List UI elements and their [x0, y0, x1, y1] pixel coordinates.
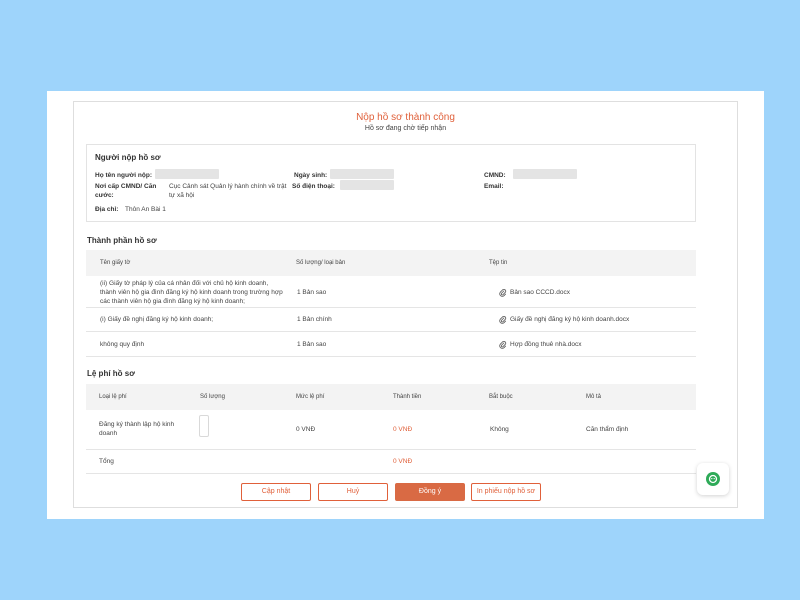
fee-col-required: Bắt buộc: [489, 394, 513, 400]
id-label: CMND:: [484, 172, 506, 179]
fee-total-label: Tổng: [99, 458, 114, 465]
doc-row-1-name-line1: (ii) Giấy tờ pháp lý của cá nhân đối với…: [100, 280, 269, 287]
doc-row-1-name: (ii) Giấy tờ pháp lý của cá nhân đối với…: [100, 279, 300, 306]
print-receipt-button[interactable]: In phiếu nộp hồ sơ: [471, 483, 541, 501]
page-title: Nộp hồ sơ thành công: [356, 112, 455, 123]
fee-col-quantity: Số lượng: [200, 394, 225, 400]
phone-label: Số điện thoại:: [292, 183, 335, 190]
doc-row-divider: [86, 356, 696, 357]
page-subtitle: Hồ sơ đang chờ tiếp nhận: [364, 125, 447, 132]
fee-col-amount: Thành tiền: [393, 394, 422, 400]
doc-row-1-file[interactable]: Bản sao CCCD.docx: [510, 288, 570, 297]
chat-bubble-icon: [706, 472, 720, 486]
cancel-button[interactable]: Huỷ: [318, 483, 388, 501]
doc-row-3-file[interactable]: Hợp đồng thuê nhà.docx: [510, 340, 581, 349]
paperclip-icon: [499, 289, 507, 297]
doc-row-1-name-line2: thành viên hộ gia đình đăng ký hộ kinh d…: [100, 289, 283, 296]
doc-row-2-file[interactable]: Giấy đề nghị đăng ký hộ kinh doanh.docx: [510, 315, 629, 324]
documents-heading: Thành phần hồ sơ: [87, 236, 157, 245]
fee-row-rate: 0 VNĐ: [296, 426, 316, 433]
doc-col-quantity: Số lượng/ loại bản: [296, 260, 346, 266]
paperclip-icon: [499, 341, 507, 349]
fee-total-divider: [86, 473, 696, 474]
issuer-label: Nơi cấp CMND/ Căn cước:: [95, 183, 157, 199]
id-redacted: [513, 169, 577, 179]
fees-table-header: Loại lệ phí Số lượng Mức lệ phí Thành ti…: [86, 384, 696, 410]
doc-row-3-name: không quy định: [100, 341, 145, 348]
fee-row-required: Không: [490, 426, 509, 433]
fee-row-type: Đăng ký thành lập hộ kinh doanh: [99, 420, 174, 438]
doc-row-divider: [86, 331, 696, 332]
applicant-heading: Người nộp hồ sơ: [95, 153, 161, 162]
fee-col-rate: Mức lệ phí: [296, 394, 325, 400]
fees-heading: Lệ phí hồ sơ: [87, 369, 135, 378]
fee-row-description: Căn thẩm định: [586, 426, 629, 433]
doc-row-2-name: (i) Giấy đề nghị đăng ký hộ kinh doanh;: [100, 316, 214, 323]
chat-widget-button[interactable]: [697, 463, 729, 495]
doc-row-2-quantity: 1 Bản chính: [297, 316, 332, 323]
doc-row-1-quantity: 1 Bản sao: [297, 289, 327, 296]
address-label: Địa chỉ:: [95, 206, 119, 213]
fee-row-amount: 0 VNĐ: [393, 426, 413, 433]
fee-row-type-line1: Đăng ký thành lập hộ kinh: [99, 421, 175, 428]
fee-total-value: 0 VNĐ: [393, 458, 413, 465]
fee-quantity-input[interactable]: [199, 415, 209, 437]
applicant-box: Người nộp hồ sơ Họ tên người nộp: Ngày s…: [86, 144, 696, 222]
documents-table-header: Tên giấy tờ Số lượng/ loại bản Tệp tin: [86, 250, 696, 276]
fee-col-type: Loại lệ phí: [99, 394, 127, 400]
doc-row-1-name-line3: các thành viên hộ gia đình đăng ký hộ ki…: [100, 298, 245, 305]
email-label: Email:: [484, 183, 504, 190]
fee-row-type-line2: doanh: [99, 430, 118, 437]
doc-row-3-quantity: 1 Bản sao: [297, 341, 327, 348]
phone-redacted: [340, 180, 394, 190]
doc-row-divider: [86, 307, 696, 308]
submission-result-panel: Nộp hồ sơ thành công Hồ sơ đang chờ tiếp…: [73, 101, 738, 508]
dob-redacted: [330, 169, 394, 179]
agree-button[interactable]: Đồng ý: [395, 483, 465, 501]
issuer-value: Cục Cảnh sát Quản lý hành chính về trật …: [169, 183, 287, 199]
update-button[interactable]: Cập nhật: [241, 483, 311, 501]
doc-col-file: Tệp tin: [489, 260, 508, 266]
applicant-name-redacted: [155, 169, 219, 179]
dob-label: Ngày sinh:: [294, 172, 328, 179]
fee-row-divider: [86, 449, 696, 450]
paperclip-icon: [499, 316, 507, 324]
fee-col-description: Mô tả: [586, 394, 602, 400]
applicant-name-label: Họ tên người nộp:: [95, 172, 152, 179]
address-value: Thôn An Bài 1: [125, 206, 166, 213]
doc-col-name: Tên giấy tờ: [100, 260, 131, 266]
